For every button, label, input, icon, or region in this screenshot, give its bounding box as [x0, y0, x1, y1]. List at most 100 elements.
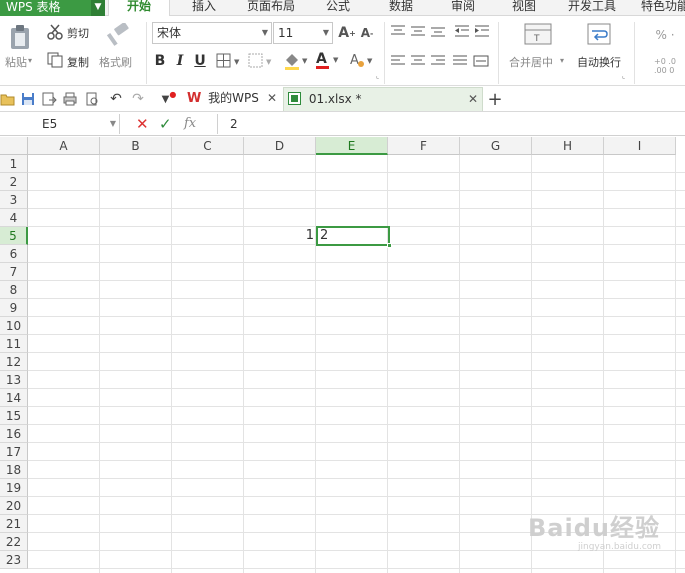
row-header-20[interactable]: 20 [0, 497, 28, 515]
print-icon[interactable] [62, 91, 78, 107]
tab-my-wps[interactable]: W 我的WPS ✕ [183, 87, 281, 111]
open-folder-icon[interactable] [0, 91, 16, 107]
row-header-16[interactable]: 16 [0, 425, 28, 443]
row-header-3[interactable]: 3 [0, 191, 28, 209]
column-header-e[interactable]: E [316, 137, 388, 155]
alignment-dialog-launcher-icon[interactable]: ⌞ [622, 72, 625, 80]
redo-icon[interactable]: ↷ [130, 91, 146, 107]
row-header-10[interactable]: 10 [0, 317, 28, 335]
increase-indent-icon[interactable] [474, 24, 490, 38]
decimal-places-icon[interactable]: +0 .0.00 0 [645, 54, 685, 78]
tab-01-xlsx[interactable]: 01.xlsx * ✕ [283, 87, 483, 111]
justify-icon[interactable] [452, 54, 468, 68]
tab-data[interactable]: 数据 [389, 0, 413, 16]
underline-icon[interactable]: U [192, 52, 208, 70]
cut-button[interactable]: 剪切 [67, 25, 89, 41]
cancel-edit-icon[interactable]: ✕ [136, 114, 149, 134]
tab-view[interactable]: 视图 [512, 0, 536, 16]
chevron-down-icon[interactable]: ▼ [110, 114, 116, 134]
close-icon[interactable]: ✕ [267, 87, 277, 109]
font-size-select[interactable]: 11 ▼ [273, 22, 333, 44]
merge-cells-icon[interactable]: ▼ [248, 53, 276, 69]
copy-button[interactable]: 复制 [67, 54, 89, 70]
align-top-icon[interactable] [390, 24, 406, 38]
italic-icon[interactable]: I [172, 52, 188, 70]
wrap-text-icon[interactable] [586, 22, 614, 48]
chevron-down-icon[interactable]: ▾ [560, 56, 564, 65]
row-header-23[interactable]: 23 [0, 551, 28, 569]
row-header-4[interactable]: 4 [0, 209, 28, 227]
column-header-c[interactable]: C [172, 137, 244, 155]
column-header-g[interactable]: G [460, 137, 532, 155]
row-header-9[interactable]: 9 [0, 299, 28, 317]
save-icon[interactable] [20, 91, 36, 107]
tab-page-layout[interactable]: 页面布局 [247, 0, 295, 16]
row-header-8[interactable]: 8 [0, 281, 28, 299]
name-box[interactable]: E5 ▼ [0, 114, 120, 134]
distribute-icon[interactable] [472, 54, 490, 68]
tab-insert[interactable]: 插入 [192, 0, 216, 16]
row-header-14[interactable]: 14 [0, 389, 28, 407]
chevron-down-icon[interactable]: ▼ [91, 0, 105, 16]
row-header-1[interactable]: 1 [0, 155, 28, 173]
merge-center-button[interactable]: 合并居中 [509, 54, 553, 70]
increase-font-icon[interactable]: A + [338, 24, 356, 42]
borders-icon[interactable]: ▼ [216, 53, 244, 69]
formula-input[interactable]: 2 [217, 114, 685, 134]
print-preview-icon[interactable] [84, 91, 100, 107]
row-header-13[interactable]: 13 [0, 371, 28, 389]
format-painter-button[interactable]: 格式刷 [99, 54, 132, 70]
row-header-22[interactable]: 22 [0, 533, 28, 551]
row-header-18[interactable]: 18 [0, 461, 28, 479]
select-all-corner[interactable] [0, 137, 28, 155]
row-header-2[interactable]: 2 [0, 173, 28, 191]
wrap-text-button[interactable]: 自动换行 [577, 54, 621, 70]
decrease-font-icon[interactable]: A- [358, 24, 376, 42]
chevron-down-icon[interactable]: ▾ [28, 56, 32, 65]
font-name-select[interactable]: 宋体 ▼ [152, 22, 272, 44]
row-header-21[interactable]: 21 [0, 515, 28, 533]
row-header-15[interactable]: 15 [0, 407, 28, 425]
fill-color-icon[interactable]: ▼ [282, 51, 312, 71]
font-color-icon[interactable]: A ▼ [314, 50, 344, 72]
bold-icon[interactable]: B [152, 52, 168, 70]
row-header-19[interactable]: 19 [0, 479, 28, 497]
align-right-icon[interactable] [430, 54, 446, 68]
row-header-11[interactable]: 11 [0, 335, 28, 353]
column-header-i[interactable]: I [604, 137, 676, 155]
copy-icon[interactable] [46, 52, 64, 68]
undo-icon[interactable]: ↶ [108, 91, 124, 107]
column-header-d[interactable]: D [244, 137, 316, 155]
column-header-f[interactable]: F [388, 137, 460, 155]
row-header-6[interactable]: 6 [0, 245, 28, 263]
tab-formulas[interactable]: 公式 [326, 0, 350, 16]
column-header-b[interactable]: B [100, 137, 172, 155]
row-header-7[interactable]: 7 [0, 263, 28, 281]
percent-icon[interactable]: % · [645, 26, 685, 44]
tab-developer[interactable]: 开发工具 [568, 0, 616, 16]
row-header-5[interactable]: 5 [0, 227, 28, 245]
export-pdf-icon[interactable] [40, 91, 58, 107]
decrease-indent-icon[interactable] [454, 24, 470, 38]
fill-handle[interactable] [387, 243, 392, 248]
column-header-h[interactable]: H [532, 137, 604, 155]
align-left-icon[interactable] [390, 54, 406, 68]
close-icon[interactable]: ✕ [468, 88, 478, 110]
align-center-icon[interactable] [410, 54, 426, 68]
app-menu-button[interactable]: WPS 表格 ▼ [0, 0, 105, 16]
paste-button[interactable] [6, 22, 34, 52]
quick-access-chevron-icon[interactable]: ▼ ● [160, 90, 178, 107]
tab-home[interactable]: 开始 [108, 0, 170, 16]
column-header-a[interactable]: A [28, 137, 100, 155]
new-tab-icon[interactable]: + [486, 89, 504, 110]
font-dialog-launcher-icon[interactable]: ⌞ [376, 72, 379, 80]
clear-format-icon[interactable]: A ▼ [348, 51, 376, 71]
merge-center-icon[interactable]: T [524, 22, 552, 48]
scissors-icon[interactable] [46, 24, 64, 40]
confirm-edit-icon[interactable]: ✓ [159, 114, 172, 134]
tab-review[interactable]: 审阅 [451, 0, 475, 16]
tab-special-features[interactable]: 特色功能 [641, 0, 685, 16]
cell-d5[interactable]: 1 [245, 227, 317, 245]
insert-function-icon[interactable]: fx [184, 114, 196, 134]
align-middle-icon[interactable] [410, 24, 426, 38]
